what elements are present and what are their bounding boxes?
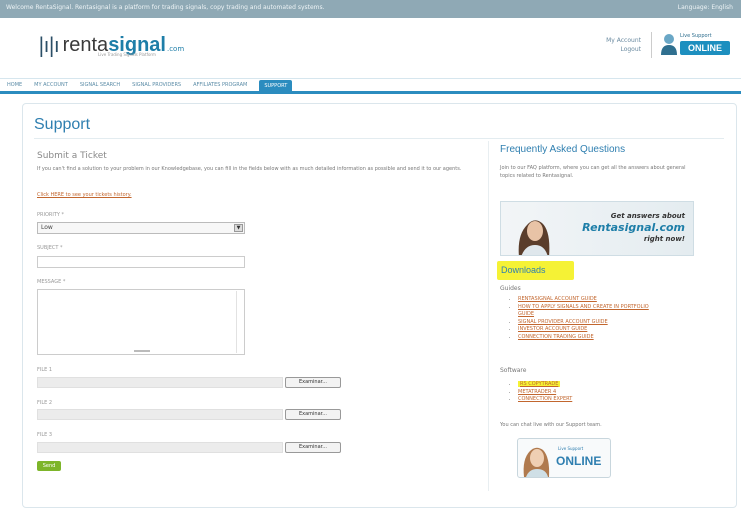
faq-text: Join to our FAQ platform, where you can … (500, 165, 686, 179)
send-button[interactable]: Send (37, 461, 61, 471)
list-item[interactable]: Connection Expert (518, 396, 702, 404)
message-label: Message * (37, 279, 66, 285)
site-logo[interactable]: |ı|ı rentasignal .com Live Trading Signa… (38, 30, 184, 60)
file-2-browse-button[interactable]: Examinar... (285, 409, 341, 420)
file-1-path[interactable] (37, 377, 283, 388)
list-item[interactable]: Guide (518, 311, 702, 319)
banner-line-3: right now! (643, 235, 685, 243)
software-heading: Software (500, 367, 527, 374)
tab-support[interactable]: Support (259, 80, 293, 92)
main-nav: Home My Account Signal Search Signal Pro… (0, 78, 741, 94)
list-item[interactable]: RS Copytrade (518, 381, 702, 389)
priority-value: Low (41, 224, 53, 231)
ticket-intro: If you can't find a solution to your pro… (37, 166, 462, 172)
chat-live-label: Live Support (558, 446, 584, 451)
logo-tld: .com (166, 45, 185, 53)
my-account-link[interactable]: My Account (606, 36, 641, 45)
priority-label: Priority * (37, 212, 65, 218)
ticket-heading: Submit a Ticket (37, 151, 107, 161)
textarea-scrollbar[interactable] (236, 291, 243, 353)
title-divider (34, 138, 724, 139)
logo-tagline: Live Trading Signals Platform (98, 52, 156, 57)
live-support-widget[interactable]: Live Support ONLINE (658, 31, 730, 59)
list-item[interactable]: Signal provider account guide (518, 319, 702, 327)
top-notice-text: Welcome RentaSignal. Rentasignal is a pl… (6, 4, 325, 11)
file-2-path[interactable] (37, 409, 283, 420)
file-3-path[interactable] (37, 442, 283, 453)
file-3-field[interactable]: Examinar... (37, 442, 343, 453)
list-item[interactable]: Metatrader 4 (518, 389, 702, 397)
chat-text: You can chat live with our Support team. (500, 422, 602, 428)
column-divider (488, 141, 489, 491)
tab-signal-search[interactable]: Signal Search (80, 82, 120, 88)
downloads-heading: Downloads (497, 261, 574, 280)
logout-link[interactable]: Logout (606, 45, 641, 54)
guides-heading: Guides (500, 285, 521, 292)
tab-my-account[interactable]: My Account (34, 82, 68, 88)
logo-mark-icon: |ı|ı (38, 33, 60, 57)
file-3-browse-button[interactable]: Examinar... (285, 442, 341, 453)
banner-line-1: Get answers about (610, 212, 685, 220)
list-item[interactable]: Rentasignal account guide (518, 296, 702, 304)
account-links: My Account Logout (606, 36, 641, 54)
faq-banner[interactable]: Get answers about Rentasignal.com right … (500, 201, 694, 256)
file-1-browse-button[interactable]: Examinar... (285, 377, 341, 388)
file-2-field[interactable]: Examinar... (37, 409, 343, 420)
file-1-field[interactable]: Examinar... (37, 377, 343, 388)
woman-portrait-icon (518, 220, 550, 255)
live-support-status: ONLINE (680, 41, 730, 55)
language-link[interactable]: Language: English (678, 4, 733, 11)
subject-label: Subject * (37, 245, 63, 251)
file-1-label: File 1 (37, 367, 53, 373)
chat-status: ONLINE (556, 454, 602, 468)
header-divider (651, 32, 652, 58)
tab-home[interactable]: Home (7, 82, 22, 88)
guides-list: Rentasignal account guide How to apply s… (512, 296, 702, 342)
message-textarea[interactable] (37, 289, 245, 355)
priority-select[interactable]: Low ▼ (37, 222, 245, 234)
software-list: RS Copytrade Metatrader 4 Connection Exp… (512, 381, 702, 404)
subject-input[interactable] (37, 256, 245, 268)
faq-heading: Frequently Asked Questions (500, 144, 626, 155)
support-agent-icon (661, 34, 677, 55)
page-title: Support (34, 116, 91, 133)
resize-grip-icon[interactable] (134, 350, 150, 352)
chevron-down-icon: ▼ (234, 224, 243, 232)
list-item[interactable]: Investor account guide (518, 326, 702, 334)
ticket-history-link[interactable]: Click HERE to see your tickets history. (37, 192, 132, 198)
list-item[interactable]: Connection trading guide (518, 334, 702, 342)
file-3-label: File 3 (37, 432, 53, 438)
list-item[interactable]: How to apply signals and create in portf… (518, 304, 702, 312)
support-agent-icon (523, 447, 550, 477)
banner-line-2: Rentasignal.com (582, 221, 685, 234)
tab-signal-providers[interactable]: Signal Providers (132, 82, 181, 88)
file-2-label: File 2 (37, 400, 53, 406)
live-chat-button[interactable]: Live Support ONLINE (517, 438, 611, 478)
live-support-label: Live Support (680, 33, 712, 39)
top-notice-bar: Welcome RentaSignal. Rentasignal is a pl… (0, 0, 741, 18)
tab-affiliates[interactable]: Affiliates Program (193, 82, 247, 88)
